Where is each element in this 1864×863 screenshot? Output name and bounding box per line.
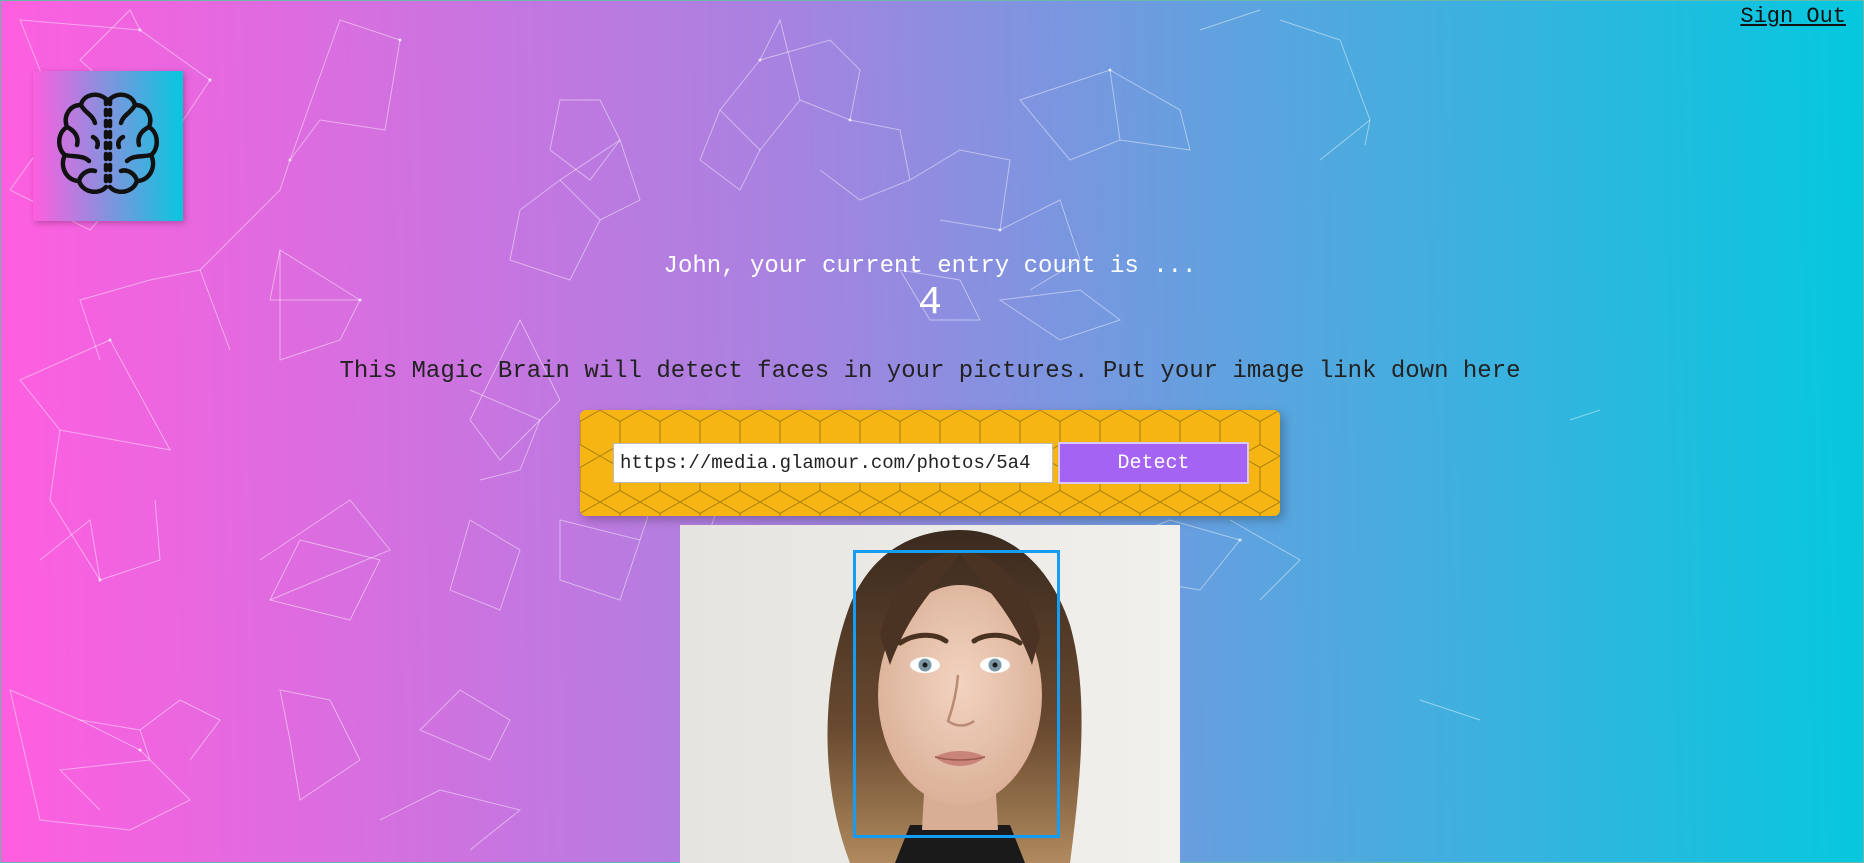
face-bounding-box — [853, 550, 1060, 838]
entry-count-value: 4 — [917, 281, 942, 326]
brain-logo — [33, 71, 183, 221]
image-url-input[interactable] — [613, 443, 1053, 483]
entry-count-greeting: John, your current entry count is ... — [663, 253, 1197, 280]
sign-out-link[interactable]: Sign Out — [1740, 4, 1846, 29]
detect-button[interactable]: Detect — [1058, 442, 1249, 484]
image-link-form: Detect — [580, 410, 1280, 516]
intro-text: This Magic Brain will detect faces in yo… — [339, 358, 1521, 385]
brain-icon — [57, 92, 159, 195]
result-image — [680, 525, 1180, 863]
